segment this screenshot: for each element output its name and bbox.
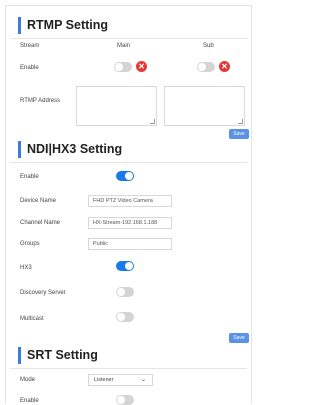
- multicast-label: Multicast: [20, 316, 44, 322]
- stream-label: Stream: [20, 43, 40, 49]
- rtmp-divider: [10, 38, 247, 39]
- chevron-down-icon: ⌄: [140, 377, 146, 383]
- device-name-label: Device Name: [20, 198, 57, 204]
- error-icon: ✕: [219, 61, 230, 72]
- main-column-label: Main: [117, 43, 131, 49]
- ndi-divider: [10, 162, 247, 163]
- srt-enable-label: Enable: [20, 398, 39, 404]
- ndi-enable-toggle[interactable]: [116, 171, 134, 181]
- multicast-toggle[interactable]: [116, 312, 134, 322]
- rtmp-section-header: RTMP Setting: [18, 15, 108, 35]
- ndi-enable-label: Enable: [20, 174, 39, 180]
- rtmp-main-address-input[interactable]: [76, 86, 157, 126]
- rtmp-enable-label: Enable: [20, 65, 39, 71]
- srt-enable-toggle[interactable]: [116, 395, 134, 405]
- srt-title: SRT Setting: [27, 348, 98, 362]
- srt-divider: [10, 368, 247, 369]
- sub-column-label: Sub: [203, 43, 214, 49]
- section-accent-bar: [18, 346, 21, 364]
- groups-input[interactable]: Public: [88, 238, 172, 250]
- ndi-title: NDI|HX3 Setting: [27, 142, 123, 156]
- device-name-input[interactable]: FHD PTZ Video Camera: [88, 195, 172, 207]
- channel-name-input[interactable]: HX-Stream-192.168.1.188: [88, 217, 172, 229]
- section-accent-bar: [18, 140, 21, 158]
- section-accent-bar: [18, 16, 21, 34]
- hx3-label: HX3: [20, 265, 32, 271]
- error-icon: ✕: [136, 61, 147, 72]
- rtmp-save-button[interactable]: Save: [229, 129, 249, 139]
- rtmp-title: RTMP Setting: [27, 18, 109, 32]
- discovery-server-toggle[interactable]: [116, 287, 134, 297]
- rtmp-main-enable-toggle[interactable]: [114, 62, 132, 72]
- srt-section-header: SRT Setting: [18, 345, 98, 365]
- mode-select-value: Listener: [94, 377, 114, 383]
- mode-label: Mode: [20, 377, 36, 383]
- rtmp-address-label: RTMP Address: [20, 98, 61, 104]
- groups-label: Groups: [20, 241, 40, 247]
- channel-name-label: Channel Name: [20, 220, 61, 226]
- rtmp-sub-address-input[interactable]: [164, 86, 245, 126]
- hx3-toggle[interactable]: [116, 261, 134, 271]
- discovery-server-label: Discovery Server: [20, 290, 66, 296]
- rtmp-sub-enable-toggle[interactable]: [197, 62, 215, 72]
- mode-select[interactable]: Listener ⌄: [88, 374, 153, 386]
- ndi-save-button[interactable]: Save: [229, 333, 249, 343]
- ndi-section-header: NDI|HX3 Setting: [18, 139, 122, 159]
